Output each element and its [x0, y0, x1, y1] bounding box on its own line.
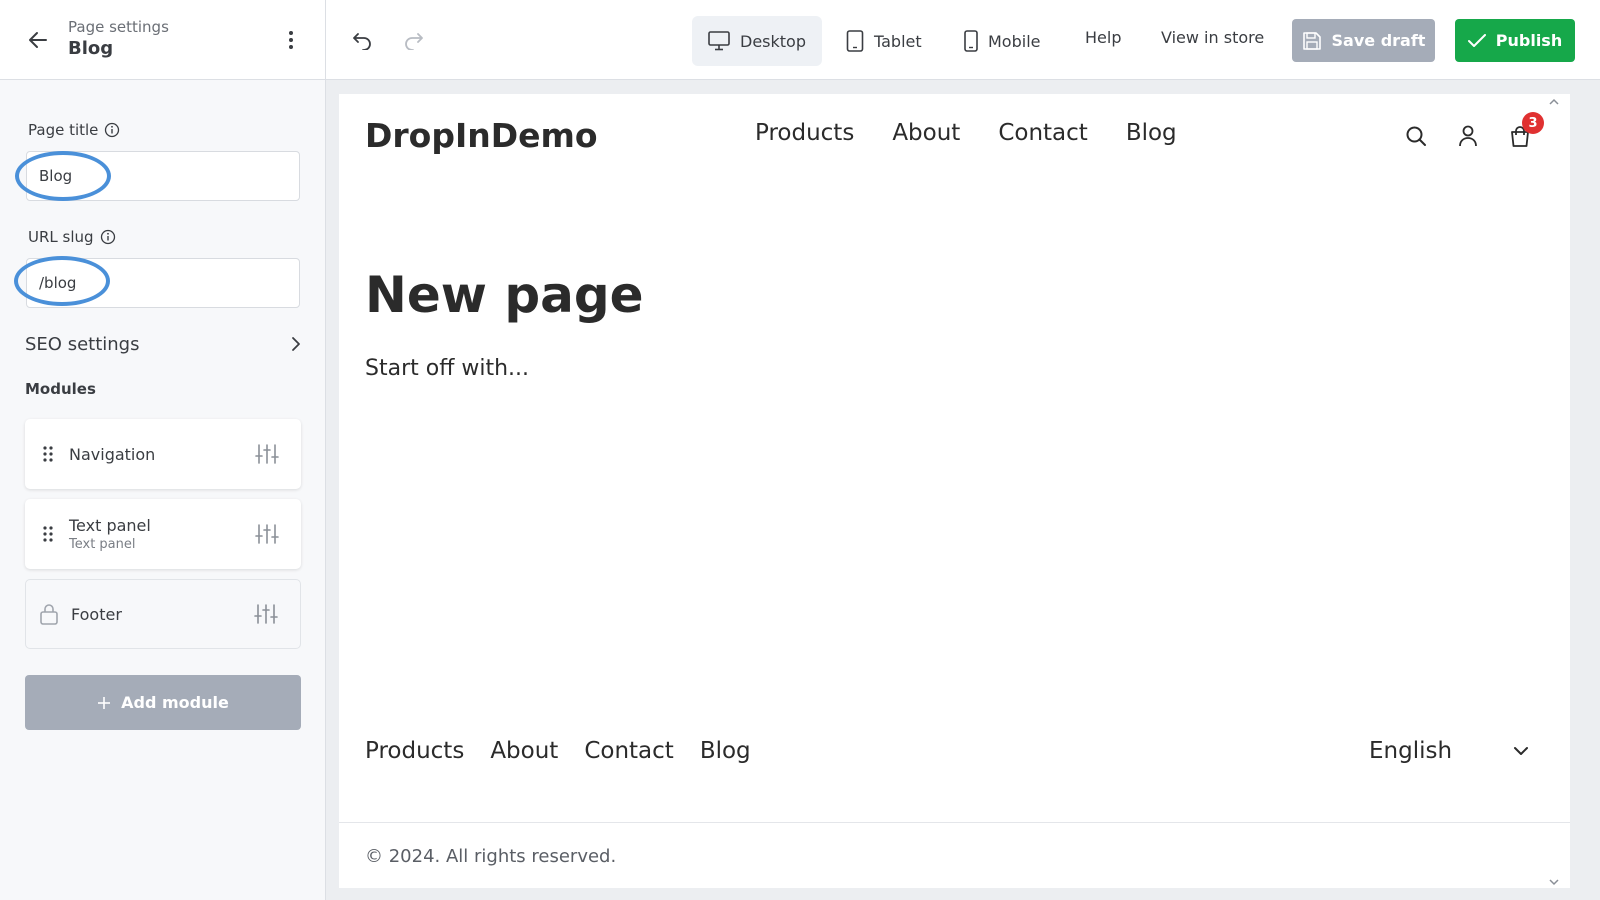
- seo-settings-row[interactable]: SEO settings: [25, 330, 301, 358]
- add-module-button[interactable]: Add module: [25, 675, 301, 730]
- drag-handle[interactable]: [41, 526, 55, 542]
- lock-icon-box: [39, 603, 59, 625]
- save-draft-button[interactable]: Save draft: [1292, 19, 1435, 62]
- device-label: Desktop: [740, 31, 806, 51]
- header-texts: Page settings Blog: [68, 18, 169, 59]
- search-button[interactable]: [1402, 122, 1430, 150]
- footer-nav-contact[interactable]: Contact: [584, 738, 673, 764]
- modules-heading: Modules: [25, 380, 96, 398]
- redo-icon: [405, 33, 423, 50]
- device-desktop-button[interactable]: Desktop: [692, 16, 822, 66]
- store-nav-products[interactable]: Products: [755, 120, 854, 146]
- cart-button[interactable]: 3: [1506, 112, 1544, 150]
- store-nav-about[interactable]: About: [892, 120, 960, 146]
- search-icon: [1406, 126, 1426, 146]
- lock-icon: [40, 604, 58, 625]
- module-navigation[interactable]: Navigation: [25, 419, 301, 489]
- view-in-store-link[interactable]: View in store: [1161, 28, 1264, 47]
- help-link[interactable]: Help: [1085, 28, 1121, 47]
- footer-nav-blog[interactable]: Blog: [700, 738, 751, 764]
- page-title-input[interactable]: [26, 151, 300, 201]
- phone-icon: [964, 30, 978, 52]
- page-intro-text[interactable]: Start off with...: [365, 356, 529, 381]
- sliders-icon: [255, 444, 279, 464]
- url-slug-label: URL slug: [28, 228, 116, 246]
- info-icon[interactable]: [104, 122, 120, 138]
- module-name: Navigation: [69, 444, 156, 464]
- undo-button[interactable]: [344, 22, 380, 58]
- copyright-text: © 2024. All rights reserved.: [365, 846, 617, 867]
- sliders-icon: [254, 604, 278, 624]
- redo-button[interactable]: [396, 22, 432, 58]
- footer-divider: [339, 822, 1570, 823]
- module-settings-button[interactable]: [253, 520, 281, 548]
- check-icon: [1467, 33, 1486, 47]
- undo-icon: [353, 33, 371, 50]
- url-slug-input[interactable]: [26, 258, 300, 308]
- monitor-icon: [708, 31, 730, 51]
- page-heading[interactable]: New page: [365, 266, 644, 324]
- chevron-down-icon: [1514, 747, 1528, 755]
- module-footer[interactable]: Footer: [25, 579, 301, 649]
- device-label: Tablet: [874, 31, 922, 51]
- drag-dots-icon: [43, 526, 53, 542]
- sidebar: Page settings Blog Page title URL slug S…: [0, 0, 326, 900]
- module-texts: Navigation: [69, 445, 253, 464]
- page-editor: Page settings Blog Page title URL slug S…: [0, 0, 1600, 900]
- floppy-icon: [1302, 31, 1321, 50]
- store-nav-blog[interactable]: Blog: [1126, 120, 1177, 146]
- module-text-panel[interactable]: Text panel Text panel: [25, 499, 301, 569]
- drag-dots-icon: [43, 446, 53, 462]
- scroll-down-icon[interactable]: [1548, 876, 1560, 888]
- cart-count-badge: 3: [1522, 112, 1544, 134]
- module-name: Footer: [71, 604, 122, 624]
- module-texts: Text panel Text panel: [69, 516, 253, 552]
- more-options-button[interactable]: [275, 24, 307, 56]
- module-texts: Footer: [71, 605, 252, 624]
- module-subtitle: Text panel: [69, 537, 136, 552]
- url-slug-label-text: URL slug: [28, 228, 94, 246]
- module-settings-button[interactable]: [252, 600, 280, 628]
- header-subtitle: Page settings: [68, 18, 169, 36]
- module-settings-button[interactable]: [253, 440, 281, 468]
- plus-icon: [98, 696, 111, 709]
- drag-handle[interactable]: [41, 446, 55, 462]
- tablet-icon: [846, 30, 864, 52]
- add-module-label: Add module: [121, 693, 229, 712]
- top-toolbar: Desktop Tablet Mobile Help View in store…: [326, 0, 1600, 80]
- store-nav: Products About Contact Blog: [755, 120, 1177, 146]
- device-label: Mobile: [988, 31, 1041, 51]
- page-title-label-text: Page title: [28, 121, 99, 139]
- publish-button[interactable]: Publish: [1455, 19, 1575, 62]
- footer-nav-products[interactable]: Products: [365, 738, 464, 764]
- sliders-icon: [255, 524, 279, 544]
- account-button[interactable]: [1454, 122, 1482, 150]
- footer-nav-about[interactable]: About: [490, 738, 558, 764]
- store-logo[interactable]: DropInDemo: [365, 116, 598, 155]
- page-title-label: Page title: [28, 121, 120, 139]
- module-name: Text panel: [69, 516, 151, 535]
- store-header-icons: 3: [1402, 112, 1544, 150]
- device-tablet-button[interactable]: Tablet: [830, 16, 938, 66]
- seo-settings-label: SEO settings: [25, 333, 140, 355]
- preview-area: DropInDemo Products About Contact Blog 3: [326, 80, 1600, 900]
- publish-label: Publish: [1495, 31, 1563, 50]
- kebab-icon: [289, 31, 293, 49]
- sidebar-header: Page settings Blog: [0, 0, 325, 80]
- language-value: English: [1369, 738, 1453, 764]
- header-title: Blog: [68, 38, 114, 59]
- user-icon: [1459, 125, 1477, 147]
- language-select[interactable]: English: [1369, 738, 1529, 764]
- info-icon[interactable]: [100, 229, 116, 245]
- footer-nav: Products About Contact Blog: [365, 738, 751, 764]
- chevron-right-icon: [292, 337, 300, 351]
- device-mobile-button[interactable]: Mobile: [948, 16, 1056, 66]
- store-preview: DropInDemo Products About Contact Blog 3: [339, 94, 1570, 888]
- arrow-left-icon: [29, 32, 47, 48]
- scroll-up-icon[interactable]: [1548, 96, 1560, 108]
- back-button[interactable]: [22, 24, 54, 56]
- save-draft-label: Save draft: [1331, 31, 1426, 50]
- store-nav-contact[interactable]: Contact: [998, 120, 1087, 146]
